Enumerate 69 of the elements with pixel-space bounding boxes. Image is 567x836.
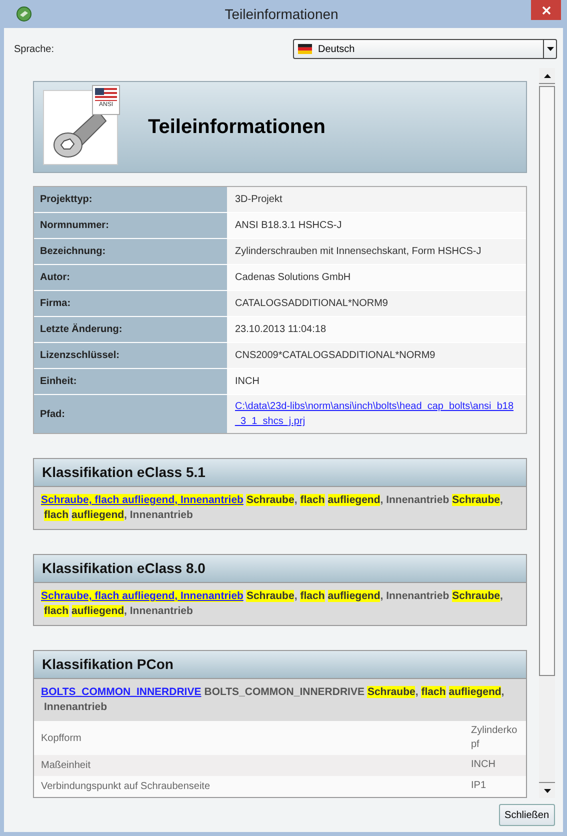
- highlighted-term: Schraube: [246, 590, 294, 602]
- classification-term: , Innenantrieb: [380, 590, 450, 602]
- header-title: Teileinformationen: [148, 115, 326, 140]
- property-label-cell: Pfad:: [34, 395, 227, 433]
- attribute-value: Zylinderkopf: [471, 724, 518, 752]
- property-value-cell: 3D-Projekt: [227, 187, 526, 212]
- scroll-thumb[interactable]: [539, 86, 555, 676]
- highlighted-term: flach: [44, 509, 69, 521]
- language-dropdown[interactable]: Deutsch: [293, 39, 557, 59]
- us-flag-icon: [95, 88, 117, 100]
- attribute-name: Maßeinheit: [41, 759, 92, 773]
- property-label-cell: Lizenzschlüssel:: [34, 343, 227, 368]
- classification-term: ,: [415, 686, 418, 698]
- highlighted-term: aufliegend: [328, 590, 380, 602]
- classification-term: ,: [500, 494, 503, 506]
- classification-term: BOLTS_COMMON_INNERDRIVE: [204, 686, 364, 698]
- highlighted-term: flach: [300, 590, 325, 602]
- highlighted-term: flach: [300, 494, 325, 506]
- property-value-cell: CNS2009*CATALOGSADDITIONAL*NORM9: [227, 343, 526, 368]
- scrollbar[interactable]: [539, 68, 555, 798]
- flag-icon: [298, 44, 312, 54]
- property-value-cell: INCH: [227, 369, 526, 394]
- classification-term: ,: [501, 686, 504, 698]
- property-value-cell: 23.10.2013 11:04:18: [227, 317, 526, 342]
- highlighted-term: Schraube: [246, 494, 294, 506]
- classification-heading: Klassifikation PCon: [34, 651, 526, 679]
- classification-term: Innenantrieb: [44, 701, 108, 713]
- property-value-cell: Zylinderschrauben mit Innensechskant, Form HSHCS-J: [227, 239, 526, 264]
- property-label-cell: Einheit:: [34, 369, 227, 394]
- highlighted-term: flach: [421, 686, 446, 698]
- language-value: Deutsch: [318, 42, 356, 56]
- close-icon: [542, 6, 550, 14]
- attribute-value: IP1: [471, 779, 488, 793]
- classification-link[interactable]: BOLTS_COMMON_INNERDRIVE: [41, 686, 202, 698]
- classification-term: , Innenantrieb: [124, 509, 193, 521]
- attribute-value: INCH: [471, 758, 496, 772]
- close-dialog-button[interactable]: Schließen: [498, 804, 555, 826]
- highlighted-term: Schraube: [452, 590, 500, 602]
- window-title: Teileinformationen: [224, 4, 340, 24]
- highlighted-term: aufliegend: [328, 494, 380, 506]
- classification-heading: Klassifikation eClass 8.0: [34, 555, 526, 583]
- property-label-cell: Bezeichnung:: [34, 239, 227, 264]
- classification-term: ,: [500, 590, 503, 602]
- property-label-cell: Autor:: [34, 265, 227, 290]
- property-label-cell: Normnummer:: [34, 213, 227, 238]
- dropdown-arrow-icon[interactable]: [543, 40, 556, 58]
- property-label-cell: Firma:: [34, 291, 227, 316]
- highlighted-term: Schraube: [452, 494, 500, 506]
- path-link[interactable]: C:\data\23d-libs\norm\ansi\inch\bolts\head_cap_bolts\ansi_b18_3_1_shcs_j.prj: [235, 399, 518, 429]
- classification-heading: Klassifikation eClass 5.1: [34, 459, 526, 487]
- attribute-name: Verbindungspunkt auf Schraubenseite: [41, 780, 212, 794]
- classification-link[interactable]: Schraube, flach aufliegend, Innenantrieb: [41, 494, 244, 506]
- highlighted-term: Schraube: [367, 686, 416, 698]
- app-logo-icon: [16, 6, 32, 22]
- highlighted-term: aufliegend: [448, 686, 502, 698]
- highlighted-term: flach: [44, 605, 69, 617]
- property-value-cell: Cadenas Solutions GmbH: [227, 265, 526, 290]
- classification-term: , Innenantrieb: [124, 605, 193, 617]
- property-label-cell: Projekttyp:: [34, 187, 227, 212]
- property-label-cell: Letzte Änderung:: [34, 317, 227, 342]
- classification-term: ,: [294, 590, 298, 602]
- property-value-cell: ANSI B18.3.1 HSHCS-J: [227, 213, 526, 238]
- language-label: Sprache:: [14, 42, 54, 56]
- classification-term: , Innenantrieb: [380, 494, 450, 506]
- close-button[interactable]: [531, 0, 561, 20]
- attribute-name: Kopfform: [41, 732, 82, 746]
- classification-link[interactable]: Schraube, flach aufliegend, Innenantrieb: [41, 590, 244, 602]
- classification-term: ,: [294, 494, 298, 506]
- property-value-cell: CATALOGSADDITIONAL*NORM9: [227, 291, 526, 316]
